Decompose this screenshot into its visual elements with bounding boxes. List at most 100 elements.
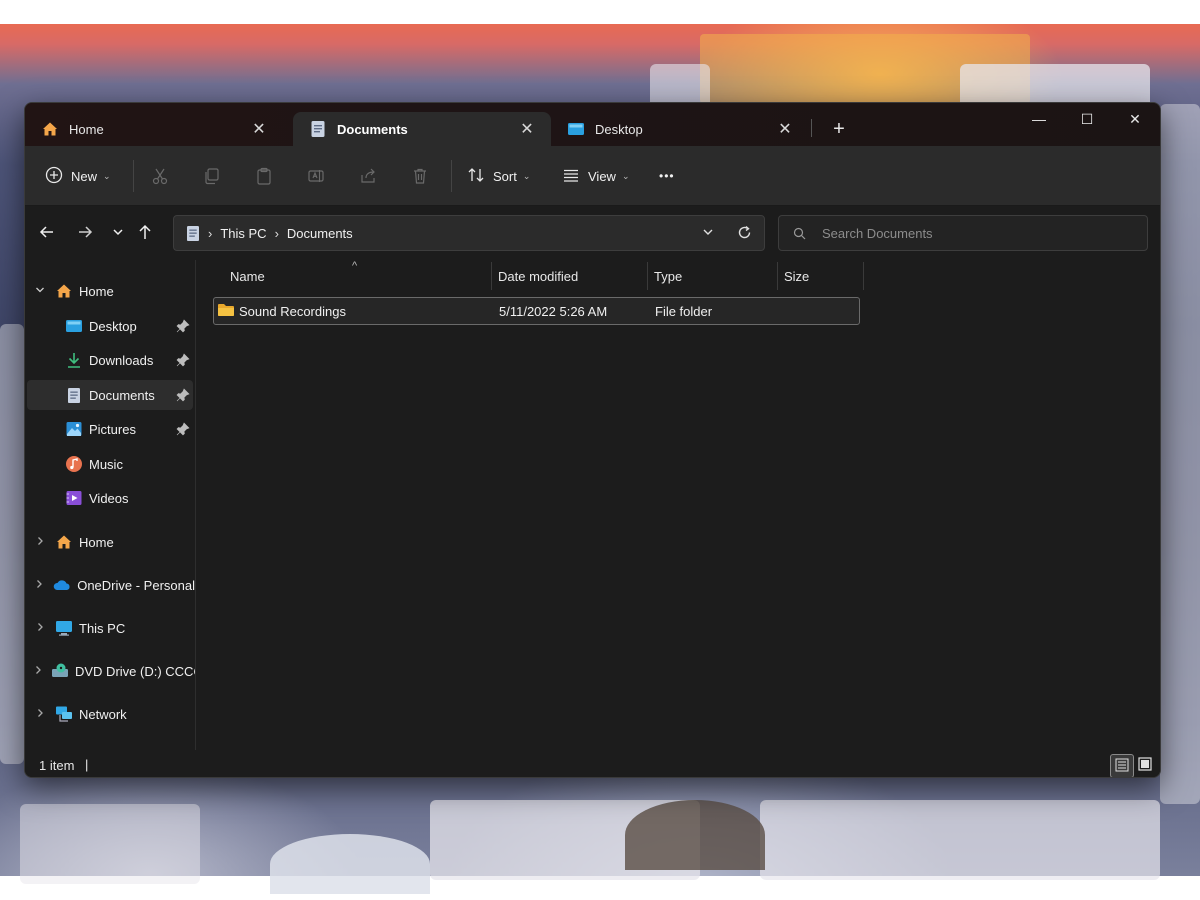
plus-circle-icon [45,166,63,187]
view-button-label: View [588,168,616,184]
delete-icon[interactable] [408,164,432,188]
tab-documents[interactable]: Documents ✕ [293,112,551,146]
recent-locations-button[interactable] [104,220,132,248]
downloads-icon [65,351,83,369]
forward-button[interactable] [71,220,99,248]
sidebar-item-desktop[interactable]: Desktop [25,311,195,341]
chevron-right-icon[interactable] [33,622,47,635]
search-input[interactable] [820,224,1144,242]
sidebar-item-videos[interactable]: Videos [25,483,195,513]
search-icon [793,227,806,240]
large-icons-view-button[interactable] [1134,754,1156,776]
pin-icon[interactable] [176,319,190,333]
breadcrumb-documents[interactable]: Documents [287,226,353,241]
status-separator: | [85,757,89,772]
sidebar-item-this-pc[interactable]: This PC [25,613,195,643]
arrow-left-icon [39,224,55,245]
tab-desktop[interactable]: Desktop ✕ [551,112,809,146]
address-bar[interactable]: › This PC › Documents [173,215,765,251]
back-button[interactable] [33,220,61,248]
tab-label: Desktop [595,121,643,137]
command-bar: New ⌄ Sort ⌄ View ⌄ ••• [25,146,1160,206]
file-type: File folder [655,304,713,319]
details-view-button[interactable] [1110,754,1134,777]
pictures-icon [65,420,83,438]
details-view-icon [1115,758,1129,775]
chevron-right-icon[interactable] [33,665,43,678]
maximize-button[interactable]: ☐ [1063,103,1111,135]
videos-icon [65,489,83,507]
copy-icon[interactable] [200,164,224,188]
sidebar-item-downloads[interactable]: Downloads [25,345,195,375]
file-list-view: ^ Name Date modified Type Size Sound Rec… [196,260,1160,750]
tab-close-button[interactable]: ✕ [247,119,271,139]
more-options-button[interactable]: ••• [659,160,675,192]
paste-icon[interactable] [252,164,276,188]
sidebar-item-label: Pictures [89,421,136,437]
pin-icon[interactable] [176,388,190,402]
chevron-down-icon: ⌄ [522,170,531,181]
sidebar-item-documents[interactable]: Documents [27,380,193,410]
rename-icon[interactable] [304,164,328,188]
folder-icon [217,302,235,321]
sidebar-item-network[interactable]: Network [25,699,195,729]
sidebar-item-dvd-drive[interactable]: DVD Drive (D:) CCCOMA [25,656,195,686]
sidebar-item-label: Desktop [89,318,137,334]
sidebar-item-home[interactable]: Home [25,276,195,306]
chevron-down-icon [112,225,124,243]
sort-icon [467,166,485,187]
close-window-button[interactable]: ✕ [1111,103,1159,135]
sidebar-item-label: Music [89,456,123,472]
toolbar-divider [451,160,452,192]
sidebar-item-label: Home [79,283,114,299]
column-header-name[interactable]: Name [230,260,265,292]
onedrive-icon [53,576,71,594]
column-header-date-modified[interactable]: Date modified [498,260,578,292]
arrow-right-icon [77,224,93,245]
view-button[interactable]: View ⌄ [562,160,630,192]
table-row[interactable]: Sound Recordings 5/11/2022 5:26 AM File … [213,297,860,325]
column-divider[interactable] [491,262,492,290]
refresh-icon[interactable] [737,225,752,240]
chevron-right-icon[interactable] [33,536,47,549]
sort-button[interactable]: Sort ⌄ [467,160,530,192]
sidebar-item-label: Documents [89,387,155,403]
pin-icon[interactable] [176,422,190,436]
column-divider[interactable] [863,262,864,290]
file-name: Sound Recordings [239,304,346,319]
up-button[interactable] [131,220,159,248]
desktop-icon [65,317,83,335]
item-count: 1 item [39,758,75,773]
this-pc-icon [55,619,73,637]
sidebar-item-pictures[interactable]: Pictures [25,414,195,444]
home-icon [41,120,59,138]
tab-close-button[interactable]: ✕ [515,119,539,139]
minimize-button[interactable]: — [1015,103,1063,135]
new-button[interactable]: New ⌄ [45,160,111,192]
toolbar-divider [133,160,134,192]
file-explorer-window: Home ✕ Documents ✕ Desktop ✕ + — ☐ ✕ New… [24,102,1161,778]
chevron-down-icon[interactable] [33,285,47,298]
pin-icon[interactable] [176,353,190,367]
breadcrumb-this-pc[interactable]: This PC [220,226,266,241]
column-divider[interactable] [647,262,648,290]
chevron-right-icon[interactable] [33,579,45,592]
sidebar-item-onedrive[interactable]: OneDrive - Personal [25,570,195,600]
column-divider[interactable] [777,262,778,290]
tab-close-button[interactable]: ✕ [773,119,797,139]
sidebar-item-music[interactable]: Music [25,449,195,479]
address-history-dropdown[interactable] [702,226,714,238]
share-icon[interactable] [356,164,380,188]
new-tab-button[interactable]: + [825,115,853,143]
title-bar: Home ✕ Documents ✕ Desktop ✕ + — ☐ ✕ [25,103,1160,146]
search-box[interactable] [778,215,1148,251]
column-header-type[interactable]: Type [654,260,682,292]
tab-home[interactable]: Home ✕ [25,112,283,146]
desktop-icon [567,120,585,138]
home-icon [55,282,73,300]
documents-icon [65,386,83,404]
sidebar-item-home-root[interactable]: Home [25,527,195,557]
chevron-right-icon[interactable] [33,708,47,721]
cut-icon[interactable] [148,164,172,188]
column-header-size[interactable]: Size [784,260,809,292]
